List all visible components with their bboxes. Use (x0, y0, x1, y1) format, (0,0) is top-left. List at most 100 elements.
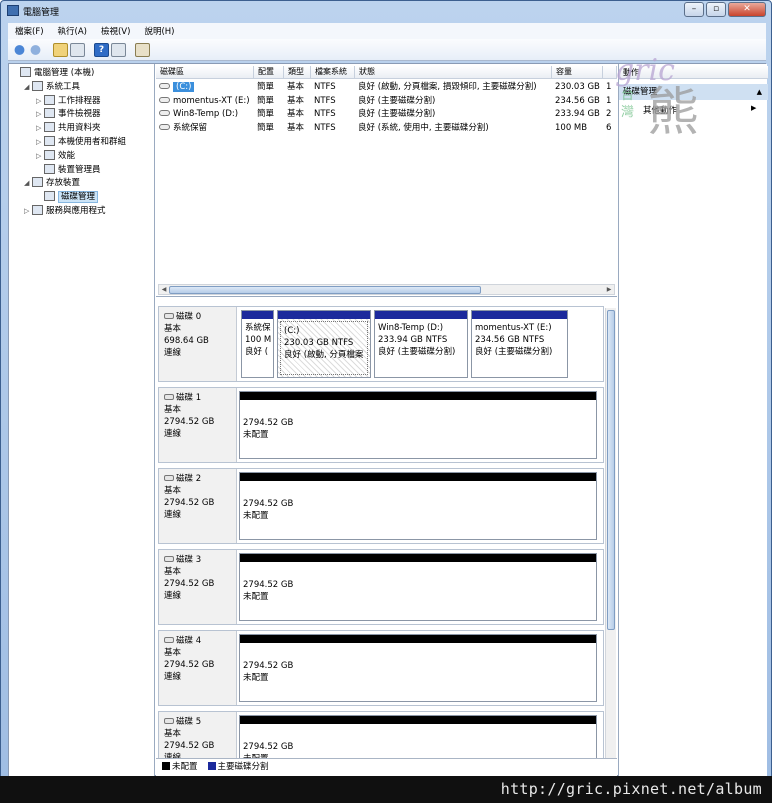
tree-item-3[interactable]: ▷ 事件檢視器 (36, 108, 101, 121)
volume-cell-capacity: 233.94 GB (555, 109, 600, 119)
volume-cell-type: 基本 (287, 109, 305, 119)
tree-item-7[interactable]: 裝置管理員 (36, 163, 101, 177)
column-header-4[interactable]: 狀態 (355, 66, 552, 79)
partition-size: 2794.52 GB (243, 742, 294, 752)
partition-status: 良好 (啟動, 分頁檔案 (284, 350, 364, 360)
volume-cell-status: 良好 (系統, 使用中, 主要磁碟分割) (358, 122, 489, 133)
tree-item-9[interactable]: 磁碟管理 (36, 191, 99, 204)
minimize-button[interactable]: – (684, 2, 704, 17)
expand-arrow-icon[interactable]: ▷ (36, 136, 44, 149)
volume-cell-layout: 簡單 (257, 82, 275, 92)
disk-icon (164, 475, 174, 481)
scroll-left-icon[interactable]: ◀ (159, 285, 169, 294)
tree-item-2[interactable]: ▷ 工作排程器 (36, 94, 101, 108)
services-icon (32, 205, 43, 215)
volume-list: 磁碟區 配置 類型 檔案系統 狀態 容量 (C:) 簡單 基本 NTFS 良好 (啟動, 分頁檔案… (156, 64, 617, 297)
disk-panel-4[interactable]: 磁碟 4 基本 2794.52 GB 連線 2794.52 GB 未配置 (158, 630, 604, 706)
vertical-scrollbar[interactable] (605, 308, 616, 768)
tree-item-8[interactable]: ◢ 存放裝置 (24, 177, 80, 190)
volume-cell-status: 良好 (啟動, 分頁檔案, 損毀傾印, 主要磁碟分割) (358, 82, 537, 92)
volume-row[interactable]: momentus-XT (E:) 簡單 基本 NTFS 良好 (主要磁碟分割) 234.5… (156, 95, 617, 108)
disk-icon (164, 556, 174, 562)
menu-item-0[interactable]: 檔案(F) (8, 23, 51, 39)
column-header-1[interactable]: 配置 (254, 66, 284, 79)
disk-panel-2[interactable]: 磁碟 2 基本 2794.52 GB 連線 2794.52 GB 未配置 (158, 468, 604, 544)
volume-cell-layout: 簡單 (257, 122, 275, 133)
partition-block[interactable]: (C:) 230.03 GB NTFS 良好 (啟動, 分頁檔案 (277, 310, 371, 378)
disk-panel-1[interactable]: 磁碟 1 基本 2794.52 GB 連線 2794.52 GB 未配置 (158, 387, 604, 463)
partition-color-bar (278, 311, 370, 319)
disk-state: 連線 (164, 591, 182, 601)
tree-item-1[interactable]: ◢ 系統工具 (24, 80, 80, 94)
tree-item-0[interactable]: 電腦管理 (本機) (12, 67, 94, 80)
partition-title: 系統保 (245, 323, 271, 333)
disk-info: 磁碟 0 基本 698.64 GB 連線 (159, 307, 237, 381)
properties-icon[interactable] (111, 43, 126, 57)
partition-block[interactable]: 2794.52 GB 未配置 (239, 391, 597, 459)
tree-item-label: 磁碟管理 (58, 191, 99, 204)
partition-status: 未配置 (243, 511, 269, 521)
partition-block[interactable]: Win8-Temp (D:) 233.94 GB NTFS 良好 (主要磁碟分割) (374, 310, 468, 378)
menu-item-2[interactable]: 檢視(V) (94, 23, 137, 39)
actions-pane: 動作 磁碟管理 ▲ 其他動作 ▶ (618, 64, 768, 777)
disk-icon (164, 718, 174, 724)
volume-cell-layout: 簡單 (257, 109, 275, 119)
expand-arrow-icon[interactable]: ▷ (36, 150, 44, 163)
disk-icon (164, 394, 174, 400)
up-folder-icon[interactable] (53, 43, 68, 57)
tree-item-5[interactable]: ▷ 本機使用者和群組 (36, 136, 126, 149)
collapse-up-icon[interactable]: ▲ (757, 84, 762, 100)
expand-arrow-icon[interactable]: ◢ (24, 81, 32, 94)
partition-color-bar (240, 473, 596, 481)
horizontal-scrollbar[interactable]: ◀ ▶ (158, 284, 615, 295)
help-icon[interactable]: ? (94, 43, 109, 57)
column-header-2[interactable]: 類型 (284, 66, 311, 79)
partition-block[interactable]: 2794.52 GB 未配置 (239, 553, 597, 621)
expand-arrow-icon[interactable]: ▷ (36, 122, 44, 135)
footer-url: http://gric.pixnet.net/album (500, 780, 762, 798)
column-header-3[interactable]: 檔案系統 (311, 66, 355, 79)
volume-row[interactable]: Win8-Temp (D:) 簡單 基本 NTFS 良好 (主要磁碟分割) 233.94 … (156, 108, 617, 121)
tree-item-4[interactable]: ▷ 共用資料夾 (36, 122, 101, 135)
expand-arrow-icon[interactable]: ▷ (36, 108, 44, 121)
expand-arrow-icon[interactable]: ◢ (24, 177, 32, 190)
partition-block[interactable]: momentus-XT (E:) 234.56 GB NTFS 良好 (主要磁碟分割… (471, 310, 568, 378)
disk-icon (164, 313, 174, 319)
users-icon (44, 136, 55, 146)
maximize-button[interactable]: ▫ (706, 2, 726, 17)
partition-size: 230.03 GB NTFS (284, 338, 354, 348)
column-header-0[interactable]: 磁碟區 (156, 66, 254, 79)
partition-block[interactable]: 2794.52 GB 未配置 (239, 472, 597, 540)
footer-bar: http://gric.pixnet.net/album (0, 776, 772, 803)
vertical-scroll-thumb[interactable] (607, 310, 615, 630)
show-hide-tree-icon[interactable] (70, 43, 85, 57)
tree-item-6[interactable]: ▷ 效能 (36, 149, 75, 163)
disk-panel-0[interactable]: 磁碟 0 基本 698.64 GB 連線 系統保 100 M 良好 ((C:) 230.03 … (158, 306, 604, 382)
expand-arrow-icon[interactable]: ▷ (24, 205, 32, 218)
partition-status: 未配置 (243, 592, 269, 602)
partition-size: 2794.52 GB (243, 661, 294, 671)
disk-state: 連線 (164, 429, 182, 439)
column-header-5[interactable]: 容量 (552, 66, 603, 79)
expand-arrow-icon[interactable]: ▷ (36, 95, 44, 108)
title-bar: 電腦管理 – ▫ ✕ (1, 1, 771, 21)
volume-name: Win8-Temp (D:) (173, 109, 239, 119)
horizontal-scroll-thumb[interactable] (169, 286, 481, 294)
volume-name: momentus-XT (E:) (173, 95, 250, 106)
close-button[interactable]: ✕ (728, 2, 766, 17)
partition-block[interactable]: 系統保 100 M 良好 ( (241, 310, 274, 378)
tree-item-10[interactable]: ▷ 服務與應用程式 (24, 205, 106, 218)
menu-item-1[interactable]: 執行(A) (51, 23, 94, 39)
scroll-right-icon[interactable]: ▶ (604, 285, 614, 294)
forward-arrow-icon[interactable] (28, 43, 43, 57)
partition-block[interactable]: 2794.52 GB 未配置 (239, 634, 597, 702)
disk-size: 698.64 GB (164, 336, 209, 346)
back-arrow-icon[interactable] (12, 43, 27, 57)
disk-panel-3[interactable]: 磁碟 3 基本 2794.52 GB 連線 2794.52 GB 未配置 (158, 549, 604, 625)
computer-management-window: 電腦管理 – ▫ ✕ 檔案(F) 執行(A) 檢視(V) 說明(H) ? 電腦管理 (… (0, 0, 772, 803)
settings-icon[interactable] (135, 43, 150, 57)
menu-item-3[interactable]: 說明(H) (137, 23, 181, 39)
volume-row[interactable]: (C:) 簡單 基本 NTFS 良好 (啟動, 分頁檔案, 損毀傾印, 主要磁碟分割) 2… (156, 81, 617, 94)
volume-row[interactable]: 系統保留 簡單 基本 NTFS 良好 (系統, 使用中, 主要磁碟分割) 100 MB 6 (156, 122, 617, 135)
partition-text: 2794.52 GB 未配置 (240, 400, 596, 444)
